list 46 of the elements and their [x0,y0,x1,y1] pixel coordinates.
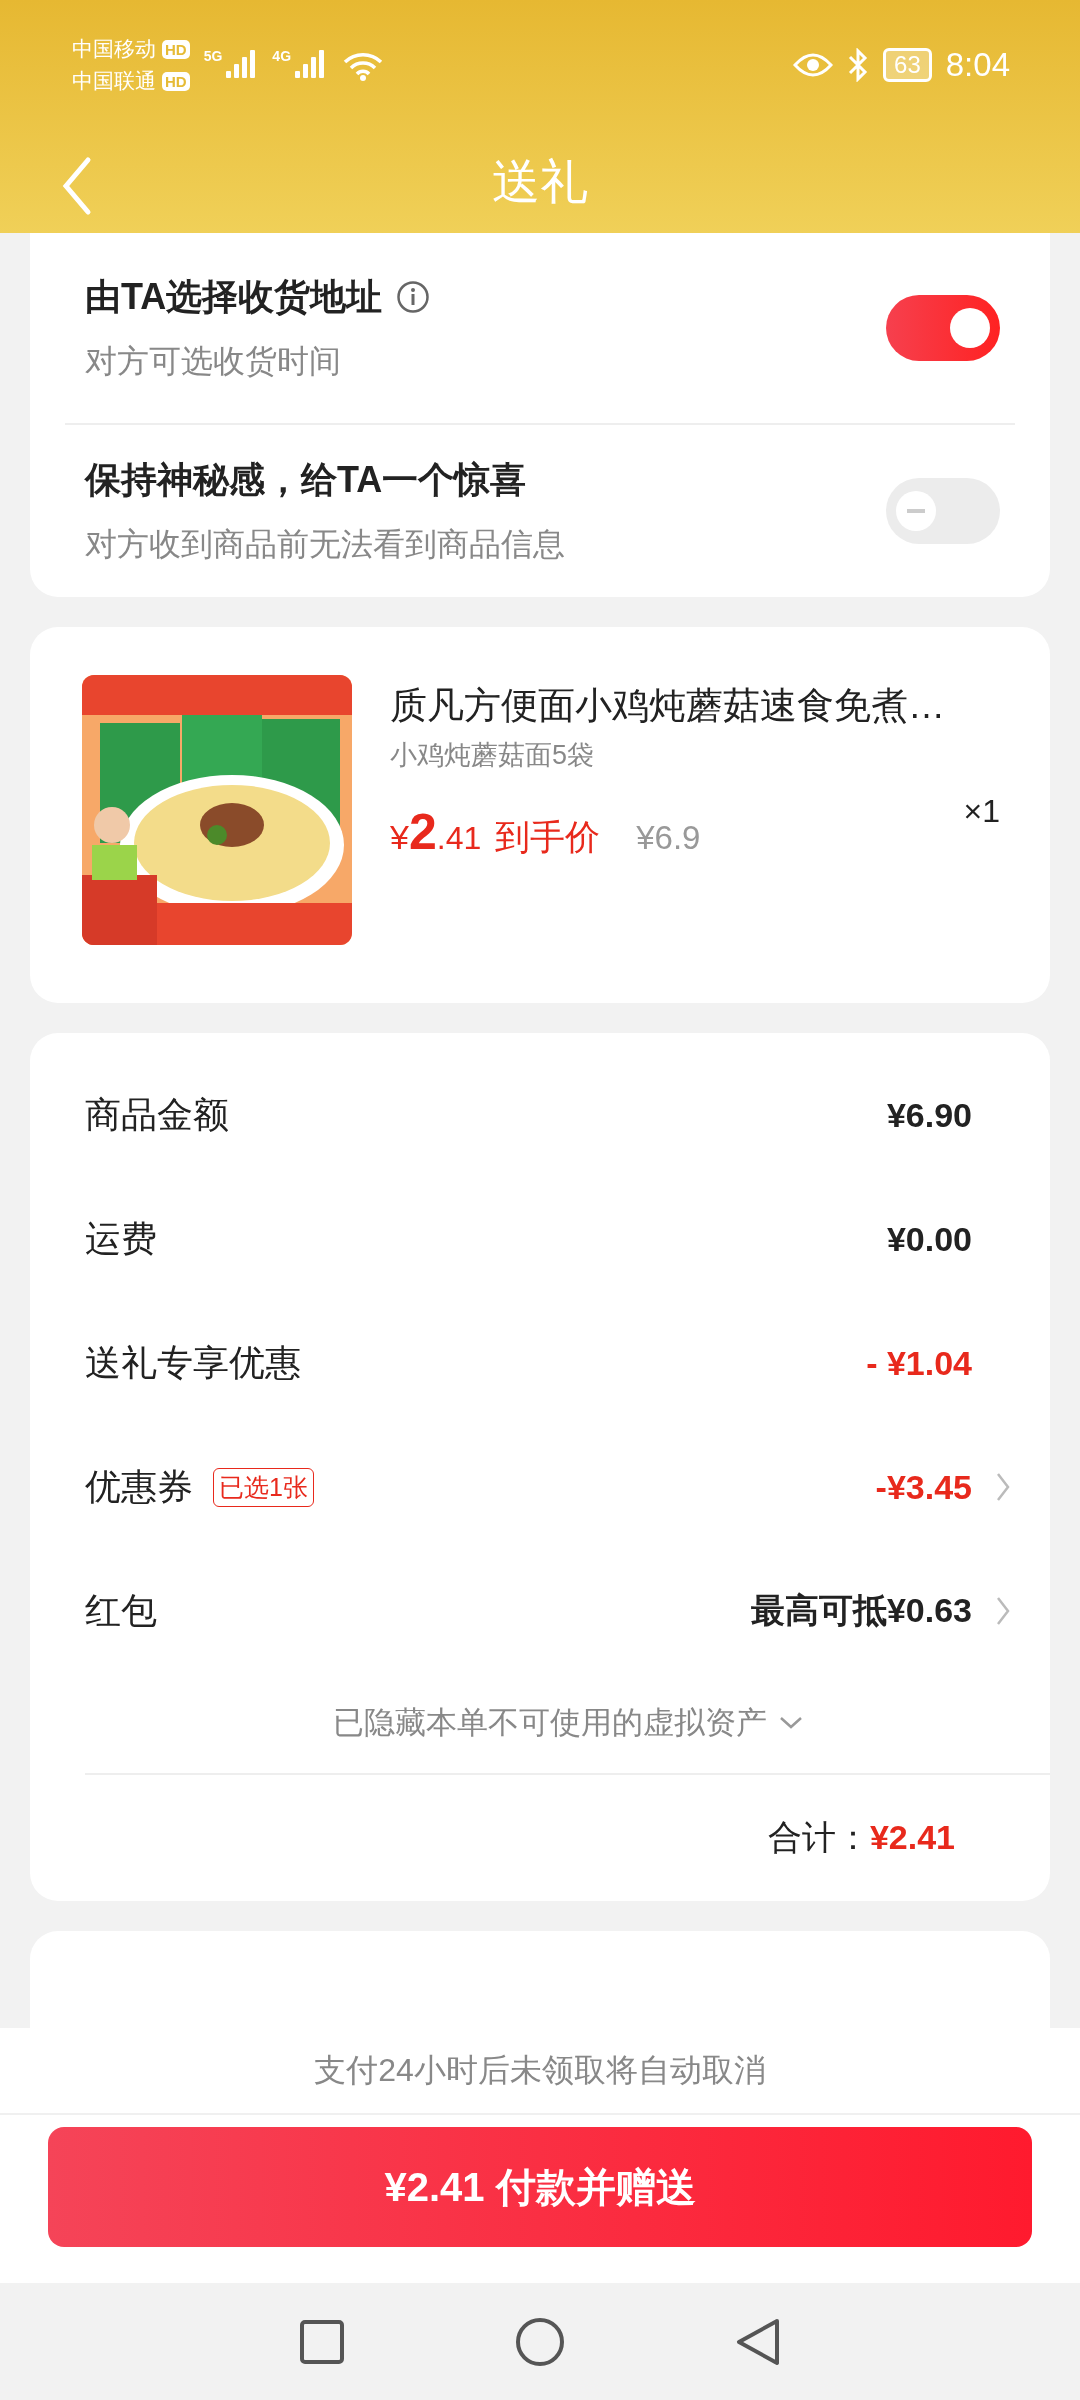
clock-time: 8:04 [945,46,1010,84]
carrier-name: 中国移动 [72,36,156,62]
chevron-right-icon [996,1472,1010,1502]
summary-label: 商品金额 [85,1092,229,1137]
chevron-right-icon [996,1596,1010,1626]
summary-value: ¥0.00 [886,1219,972,1259]
hd-badge: HD [162,39,190,59]
cancel-notice: 支付24小时后未领取将自动取消 [314,2050,766,2090]
network-type: 4G [272,48,292,64]
product-name: 质凡方便面小鸡炖蘑菇速食免煮… [390,684,946,728]
summary-value[interactable]: -¥3.45 [875,1467,972,1507]
price-decimal: .41 [436,820,482,857]
hd-badge: HD [162,71,190,91]
triangle-icon[interactable] [735,2316,781,2367]
option-title: 保持神秘感，给TA一个惊喜 [85,457,527,502]
page-title: 送礼 [492,153,588,210]
price-label: 到手价 [495,816,601,858]
currency-symbol: ¥ [390,818,409,857]
info-icon[interactable] [396,280,431,314]
square-icon[interactable] [299,2318,345,2365]
price-integer: 2 [408,803,437,861]
summary-value[interactable]: 最高可抵¥0.63 [750,1588,972,1634]
original-price: ¥6.9 [636,819,701,857]
summary-label: 优惠券 [85,1464,193,1509]
summary-value: ¥6.90 [886,1095,972,1135]
summary-label: 运费 [85,1216,157,1261]
option-description: 对方可选收货时间 [85,341,342,381]
network-type: 5G [203,48,223,64]
option-description: 对方收到商品前无法看到商品信息 [85,524,566,564]
total-value: ¥2.41 [869,1818,955,1857]
coupon-tag: 已选1张 [213,1467,314,1507]
option-title: 由TA选择收货地址 [85,274,383,319]
pay-button[interactable]: ¥2.41 付款并赠送 [48,2127,1032,2247]
product-variant: 小鸡炖蘑菇面5袋 [390,739,596,772]
summary-label: 送礼专享优惠 [85,1340,301,1385]
eye-icon [793,51,834,79]
circle-icon[interactable] [515,2316,565,2367]
quantity: ×1 [963,793,1000,830]
carrier-name: 中国联通 [72,68,156,94]
total-label: 合计： [767,1817,870,1858]
summary-label: 红包 [85,1588,157,1633]
bluetooth-icon [847,48,870,82]
chevron-down-icon [778,1716,803,1730]
summary-value: - ¥1.04 [866,1343,972,1383]
hidden-assets-note[interactable]: 已隐藏本单不可使用的虚拟资产 [332,1702,767,1744]
battery-level: 63 [883,48,932,82]
